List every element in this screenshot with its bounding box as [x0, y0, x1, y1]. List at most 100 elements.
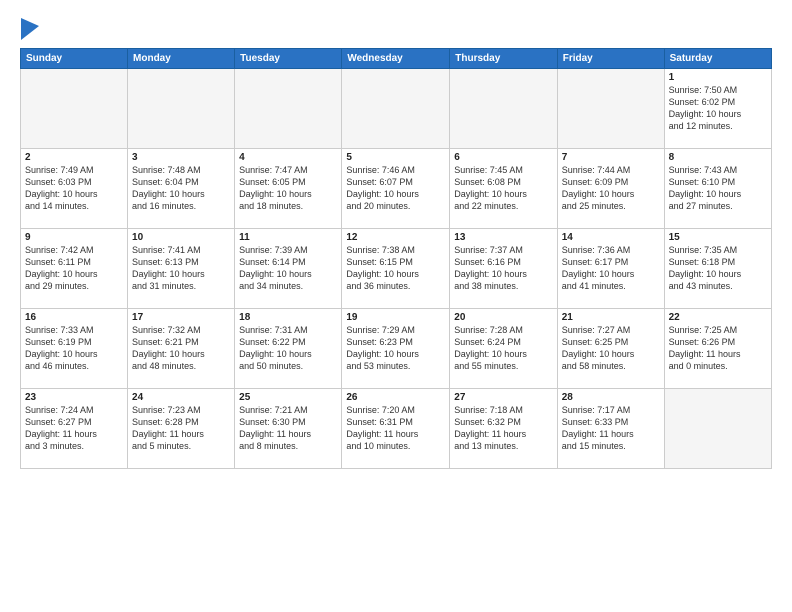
weekday-header-cell: Friday — [557, 49, 664, 69]
day-info: Sunrise: 7:44 AM Sunset: 6:09 PM Dayligh… — [562, 164, 660, 213]
day-number: 8 — [669, 152, 767, 163]
day-info: Sunrise: 7:24 AM Sunset: 6:27 PM Dayligh… — [25, 404, 123, 453]
day-info: Sunrise: 7:32 AM Sunset: 6:21 PM Dayligh… — [132, 324, 230, 373]
calendar-cell: 24Sunrise: 7:23 AM Sunset: 6:28 PM Dayli… — [128, 389, 235, 469]
calendar-week-row: 16Sunrise: 7:33 AM Sunset: 6:19 PM Dayli… — [21, 309, 772, 389]
day-number: 4 — [239, 152, 337, 163]
calendar-cell — [21, 69, 128, 149]
day-info: Sunrise: 7:45 AM Sunset: 6:08 PM Dayligh… — [454, 164, 552, 213]
calendar-page: SundayMondayTuesdayWednesdayThursdayFrid… — [0, 0, 792, 612]
weekday-header-cell: Wednesday — [342, 49, 450, 69]
calendar-cell: 23Sunrise: 7:24 AM Sunset: 6:27 PM Dayli… — [21, 389, 128, 469]
day-number: 1 — [669, 72, 767, 83]
calendar-cell: 15Sunrise: 7:35 AM Sunset: 6:18 PM Dayli… — [664, 229, 771, 309]
day-info: Sunrise: 7:17 AM Sunset: 6:33 PM Dayligh… — [562, 404, 660, 453]
calendar-cell: 13Sunrise: 7:37 AM Sunset: 6:16 PM Dayli… — [450, 229, 557, 309]
day-number: 5 — [346, 152, 445, 163]
weekday-header-cell: Sunday — [21, 49, 128, 69]
calendar-cell: 20Sunrise: 7:28 AM Sunset: 6:24 PM Dayli… — [450, 309, 557, 389]
day-info: Sunrise: 7:31 AM Sunset: 6:22 PM Dayligh… — [239, 324, 337, 373]
day-number: 28 — [562, 392, 660, 403]
calendar-cell: 28Sunrise: 7:17 AM Sunset: 6:33 PM Dayli… — [557, 389, 664, 469]
logo — [20, 18, 39, 40]
day-number: 25 — [239, 392, 337, 403]
calendar-cell: 19Sunrise: 7:29 AM Sunset: 6:23 PM Dayli… — [342, 309, 450, 389]
weekday-header-cell: Thursday — [450, 49, 557, 69]
day-number: 23 — [25, 392, 123, 403]
calendar-cell: 22Sunrise: 7:25 AM Sunset: 6:26 PM Dayli… — [664, 309, 771, 389]
calendar-cell: 25Sunrise: 7:21 AM Sunset: 6:30 PM Dayli… — [235, 389, 342, 469]
day-info: Sunrise: 7:18 AM Sunset: 6:32 PM Dayligh… — [454, 404, 552, 453]
weekday-header-cell: Monday — [128, 49, 235, 69]
day-number: 16 — [25, 312, 123, 323]
day-number: 20 — [454, 312, 552, 323]
calendar-week-row: 1Sunrise: 7:50 AM Sunset: 6:02 PM Daylig… — [21, 69, 772, 149]
calendar-cell — [450, 69, 557, 149]
day-number: 24 — [132, 392, 230, 403]
calendar-cell: 4Sunrise: 7:47 AM Sunset: 6:05 PM Daylig… — [235, 149, 342, 229]
day-number: 6 — [454, 152, 552, 163]
day-info: Sunrise: 7:27 AM Sunset: 6:25 PM Dayligh… — [562, 324, 660, 373]
day-number: 9 — [25, 232, 123, 243]
day-info: Sunrise: 7:33 AM Sunset: 6:19 PM Dayligh… — [25, 324, 123, 373]
day-number: 21 — [562, 312, 660, 323]
day-info: Sunrise: 7:37 AM Sunset: 6:16 PM Dayligh… — [454, 244, 552, 293]
day-number: 11 — [239, 232, 337, 243]
calendar-body: 1Sunrise: 7:50 AM Sunset: 6:02 PM Daylig… — [21, 69, 772, 469]
day-info: Sunrise: 7:47 AM Sunset: 6:05 PM Dayligh… — [239, 164, 337, 213]
day-info: Sunrise: 7:28 AM Sunset: 6:24 PM Dayligh… — [454, 324, 552, 373]
calendar-cell: 10Sunrise: 7:41 AM Sunset: 6:13 PM Dayli… — [128, 229, 235, 309]
calendar-cell: 9Sunrise: 7:42 AM Sunset: 6:11 PM Daylig… — [21, 229, 128, 309]
calendar-cell: 11Sunrise: 7:39 AM Sunset: 6:14 PM Dayli… — [235, 229, 342, 309]
day-number: 18 — [239, 312, 337, 323]
calendar-cell — [664, 389, 771, 469]
day-info: Sunrise: 7:35 AM Sunset: 6:18 PM Dayligh… — [669, 244, 767, 293]
day-info: Sunrise: 7:48 AM Sunset: 6:04 PM Dayligh… — [132, 164, 230, 213]
calendar-cell — [342, 69, 450, 149]
day-number: 3 — [132, 152, 230, 163]
calendar-cell: 16Sunrise: 7:33 AM Sunset: 6:19 PM Dayli… — [21, 309, 128, 389]
day-info: Sunrise: 7:41 AM Sunset: 6:13 PM Dayligh… — [132, 244, 230, 293]
calendar-table: SundayMondayTuesdayWednesdayThursdayFrid… — [20, 48, 772, 469]
day-info: Sunrise: 7:50 AM Sunset: 6:02 PM Dayligh… — [669, 84, 767, 133]
day-info: Sunrise: 7:43 AM Sunset: 6:10 PM Dayligh… — [669, 164, 767, 213]
calendar-cell: 21Sunrise: 7:27 AM Sunset: 6:25 PM Dayli… — [557, 309, 664, 389]
day-number: 7 — [562, 152, 660, 163]
calendar-cell — [235, 69, 342, 149]
calendar-cell: 6Sunrise: 7:45 AM Sunset: 6:08 PM Daylig… — [450, 149, 557, 229]
calendar-cell: 1Sunrise: 7:50 AM Sunset: 6:02 PM Daylig… — [664, 69, 771, 149]
day-info: Sunrise: 7:21 AM Sunset: 6:30 PM Dayligh… — [239, 404, 337, 453]
day-number: 27 — [454, 392, 552, 403]
calendar-cell: 17Sunrise: 7:32 AM Sunset: 6:21 PM Dayli… — [128, 309, 235, 389]
weekday-header-cell: Saturday — [664, 49, 771, 69]
day-info: Sunrise: 7:23 AM Sunset: 6:28 PM Dayligh… — [132, 404, 230, 453]
day-info: Sunrise: 7:36 AM Sunset: 6:17 PM Dayligh… — [562, 244, 660, 293]
calendar-cell: 26Sunrise: 7:20 AM Sunset: 6:31 PM Dayli… — [342, 389, 450, 469]
day-info: Sunrise: 7:49 AM Sunset: 6:03 PM Dayligh… — [25, 164, 123, 213]
day-number: 22 — [669, 312, 767, 323]
day-info: Sunrise: 7:25 AM Sunset: 6:26 PM Dayligh… — [669, 324, 767, 373]
day-info: Sunrise: 7:42 AM Sunset: 6:11 PM Dayligh… — [25, 244, 123, 293]
day-number: 12 — [346, 232, 445, 243]
calendar-cell: 5Sunrise: 7:46 AM Sunset: 6:07 PM Daylig… — [342, 149, 450, 229]
header — [20, 18, 772, 40]
weekday-header-row: SundayMondayTuesdayWednesdayThursdayFrid… — [21, 49, 772, 69]
calendar-week-row: 2Sunrise: 7:49 AM Sunset: 6:03 PM Daylig… — [21, 149, 772, 229]
logo-icon — [21, 18, 39, 40]
day-info: Sunrise: 7:20 AM Sunset: 6:31 PM Dayligh… — [346, 404, 445, 453]
day-number: 19 — [346, 312, 445, 323]
day-number: 17 — [132, 312, 230, 323]
calendar-cell: 2Sunrise: 7:49 AM Sunset: 6:03 PM Daylig… — [21, 149, 128, 229]
day-number: 2 — [25, 152, 123, 163]
calendar-cell: 3Sunrise: 7:48 AM Sunset: 6:04 PM Daylig… — [128, 149, 235, 229]
calendar-cell: 18Sunrise: 7:31 AM Sunset: 6:22 PM Dayli… — [235, 309, 342, 389]
calendar-cell: 27Sunrise: 7:18 AM Sunset: 6:32 PM Dayli… — [450, 389, 557, 469]
day-info: Sunrise: 7:29 AM Sunset: 6:23 PM Dayligh… — [346, 324, 445, 373]
calendar-cell — [128, 69, 235, 149]
calendar-cell — [557, 69, 664, 149]
calendar-week-row: 9Sunrise: 7:42 AM Sunset: 6:11 PM Daylig… — [21, 229, 772, 309]
calendar-week-row: 23Sunrise: 7:24 AM Sunset: 6:27 PM Dayli… — [21, 389, 772, 469]
calendar-cell: 8Sunrise: 7:43 AM Sunset: 6:10 PM Daylig… — [664, 149, 771, 229]
day-info: Sunrise: 7:39 AM Sunset: 6:14 PM Dayligh… — [239, 244, 337, 293]
day-number: 14 — [562, 232, 660, 243]
